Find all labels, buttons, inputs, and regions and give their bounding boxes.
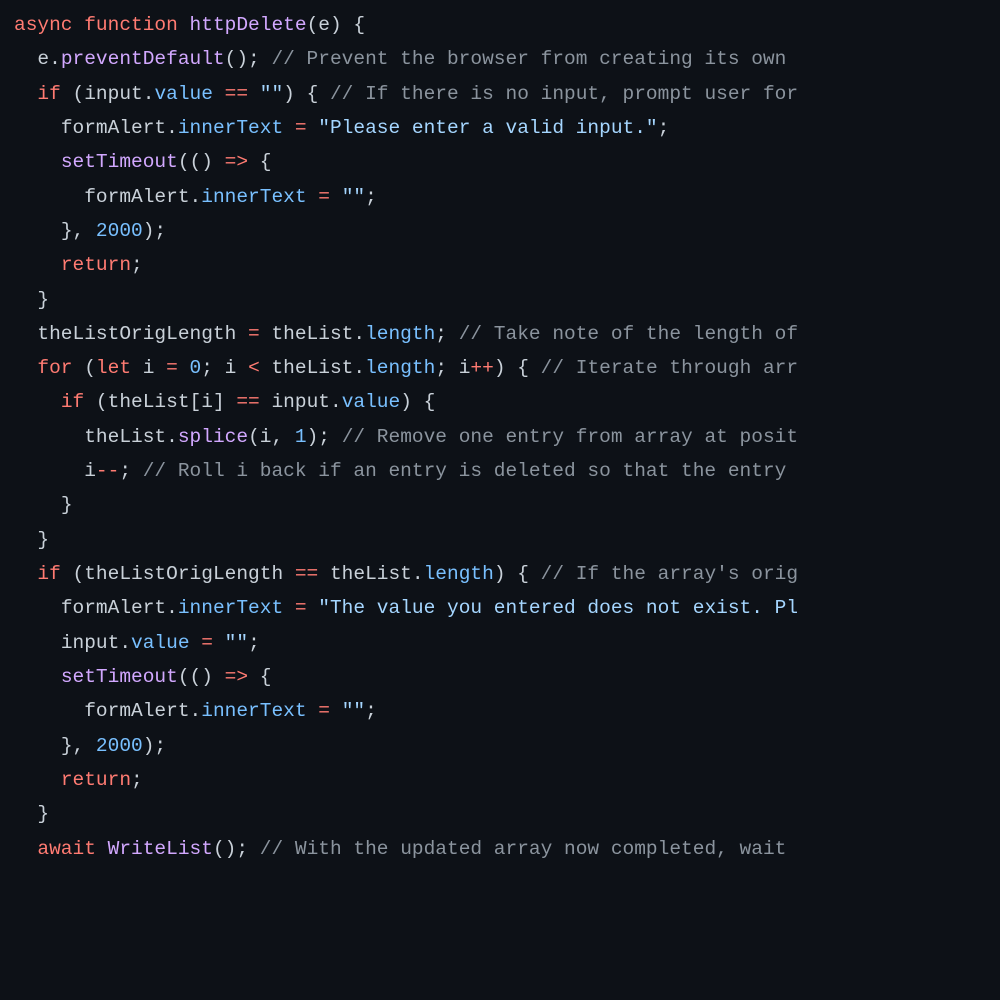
kw-for: for: [37, 357, 72, 379]
number-literal: 2000: [96, 220, 143, 242]
call-setTimeout: setTimeout: [61, 151, 178, 173]
comment: // If there is no input, prompt user for: [330, 83, 798, 105]
call-splice: splice: [178, 426, 248, 448]
kw-async: async: [14, 14, 73, 36]
comment: // Take note of the length of: [459, 323, 798, 345]
param-e: e: [318, 14, 330, 36]
call-WriteList: WriteList: [108, 838, 213, 860]
string-literal: "The value you entered does not exist. P…: [318, 597, 798, 619]
string-literal: "Please enter a valid input.": [318, 117, 657, 139]
call-preventDefault: preventDefault: [61, 48, 225, 70]
comment: // Roll i back if an entry is deleted so…: [143, 460, 798, 482]
kw-await: await: [37, 838, 96, 860]
comment: // Iterate through arr: [541, 357, 798, 379]
comment: // Prevent the browser from creating its…: [271, 48, 798, 70]
kw-if: if: [37, 83, 60, 105]
fn-httpDelete: httpDelete: [190, 14, 307, 36]
comment: // Remove one entry from array at posit: [342, 426, 798, 448]
kw-function: function: [84, 14, 178, 36]
comment: // If the array's orig: [541, 563, 798, 585]
comment: // With the updated array now completed,…: [260, 838, 798, 860]
kw-let: let: [96, 357, 131, 379]
code-block: async function httpDelete(e) { e.prevent…: [0, 0, 1000, 866]
kw-return: return: [61, 254, 131, 276]
